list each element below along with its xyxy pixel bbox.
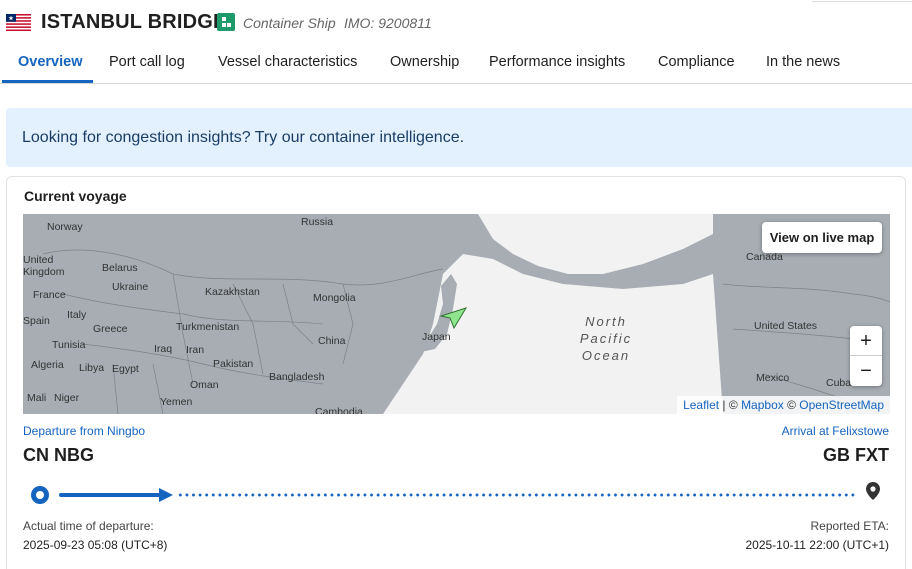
map-label-japan: Japan <box>422 331 451 343</box>
map-label-mongolia: Mongolia <box>313 292 356 304</box>
map-label-cuba: Cuba <box>826 377 852 389</box>
map-label-russia: Russia <box>301 216 334 228</box>
map-label-mali: Mali <box>27 392 47 404</box>
voyage-progress <box>23 481 890 505</box>
departure-time-value: 2025-09-23 05:08 (UTC+8) <box>23 538 168 552</box>
arrival-eta-value: 2025-10-11 22:00 (UTC+1) <box>745 538 889 552</box>
arrival-label[interactable]: Arrival at Felixstowe <box>782 424 889 438</box>
map-label-united-kingdom: United Kingdom <box>23 254 65 278</box>
banner-text[interactable]: Looking for congestion insights? Try our… <box>22 129 464 147</box>
progress-remaining-line <box>177 493 858 497</box>
progress-arrow-icon <box>159 488 174 502</box>
attribution-separator: © <box>783 398 800 412</box>
progress-completed-line <box>59 493 162 497</box>
arrival-eta-label: Reported ETA: <box>810 519 889 533</box>
tab-vessel-characteristics[interactable]: Vessel characteristics <box>218 54 357 83</box>
map-label-ukraine: Ukraine <box>112 281 149 293</box>
map-label-iran: Iran <box>186 344 205 356</box>
header-divider <box>812 0 912 2</box>
vessel-page: ISTANBUL BRIDGE Container Ship IMO: 9200… <box>0 0 912 569</box>
map-label-libya: Libya <box>79 362 105 374</box>
zoom-out-button[interactable]: − <box>850 356 882 386</box>
map-label-pakistan: Pakistan <box>213 358 254 370</box>
liberia-flag-icon <box>6 14 31 31</box>
map-label-egypt: Egypt <box>112 363 139 375</box>
card-title: Current voyage <box>24 188 127 204</box>
departure-label[interactable]: Departure from Ningbo <box>23 424 145 438</box>
map-label-bangladesh: Bangladesh <box>269 371 325 383</box>
map-label-iraq: Iraq <box>154 343 173 355</box>
active-tab-indicator <box>2 80 93 83</box>
tab-port-call-log[interactable]: Port call log <box>109 54 185 83</box>
tab-bar: Overview Port call log Vessel characteri… <box>0 46 912 84</box>
departure-dot-icon <box>31 486 49 504</box>
tab-performance-insights[interactable]: Performance insights <box>489 54 625 83</box>
vessel-header: ISTANBUL BRIDGE Container Ship IMO: 9200… <box>0 0 912 46</box>
congestion-banner[interactable]: Looking for congestion insights? Try our… <box>6 108 912 167</box>
destination-pin-icon <box>866 482 880 500</box>
map-label-united-states: United States <box>754 320 818 332</box>
map-label-greece: Greece <box>93 323 128 335</box>
voyage-map[interactable]: Russia Norway United Kingdom Belarus Ukr… <box>23 214 890 414</box>
map-label-spain: Spain <box>23 315 50 327</box>
tab-ownership[interactable]: Ownership <box>390 54 459 83</box>
departure-time-label: Actual time of departure: <box>23 519 154 533</box>
container-ship-icon <box>217 13 235 31</box>
map-label-yemen: Yemen <box>160 396 193 408</box>
map-label-oman: Oman <box>190 379 219 391</box>
departure-port-code: CN NBG <box>23 445 94 465</box>
map-label-niger: Niger <box>54 392 80 404</box>
vessel-imo: IMO: 9200811 <box>344 15 432 31</box>
map-label-algeria: Algeria <box>31 359 64 371</box>
map-label-cambodia: Cambodia <box>315 406 363 414</box>
map-label-france: France <box>33 289 66 301</box>
map-label-mexico: Mexico <box>756 372 790 384</box>
map-label-tunisia: Tunisia <box>52 339 86 351</box>
zoom-in-button[interactable]: + <box>850 326 882 356</box>
openstreetmap-link[interactable]: OpenStreetMap <box>799 398 884 412</box>
zoom-control: + − <box>850 326 882 386</box>
map-label-belarus: Belarus <box>102 262 138 274</box>
map-label-kazakhstan: Kazakhstan <box>205 286 260 298</box>
tab-compliance[interactable]: Compliance <box>658 54 735 83</box>
map-attribution: Leaflet | © Mapbox © OpenStreetMap <box>677 396 890 414</box>
tab-overview[interactable]: Overview <box>18 54 83 83</box>
vessel-type: Container Ship <box>243 15 336 31</box>
leaflet-link[interactable]: Leaflet <box>683 398 719 412</box>
arrival-port-code: GB FXT <box>823 445 889 465</box>
attribution-separator: | © <box>719 398 742 412</box>
current-voyage-card: Current voyage Russia Norway United King… <box>6 176 906 569</box>
view-live-map-button[interactable]: View on live map <box>762 222 882 253</box>
mapbox-link[interactable]: Mapbox <box>741 398 784 412</box>
map-label-turkmenistan: Turkmenistan <box>176 321 240 333</box>
map-label-north-pacific-ocean: North Pacific Ocean <box>579 314 633 363</box>
vessel-position-icon[interactable] <box>439 306 467 330</box>
map-label-norway: Norway <box>47 221 83 233</box>
tab-in-the-news[interactable]: In the news <box>766 54 840 83</box>
map-label-china: China <box>318 335 346 347</box>
map-label-italy: Italy <box>67 309 87 321</box>
vessel-name: ISTANBUL BRIDGE <box>41 11 227 33</box>
